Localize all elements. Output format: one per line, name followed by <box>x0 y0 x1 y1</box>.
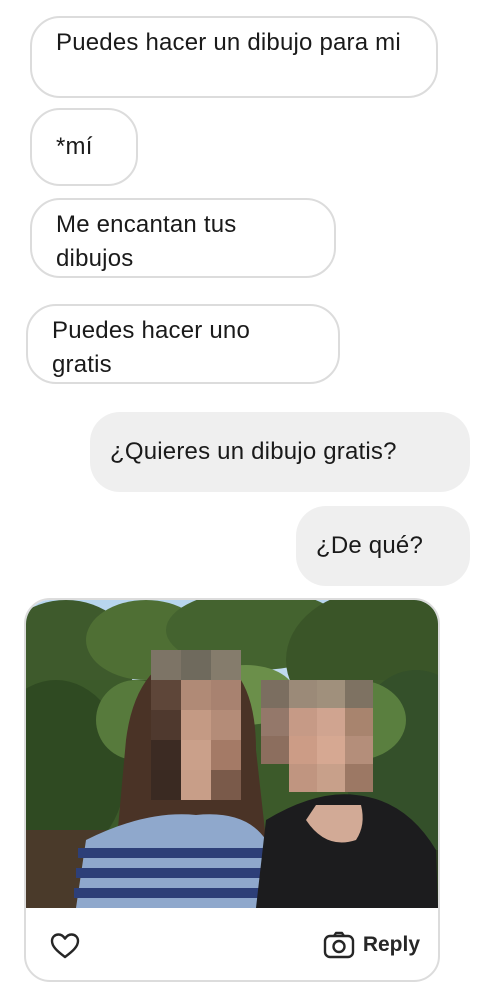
reply-button[interactable]: Reply <box>323 928 420 962</box>
message-text: ¿De qué? <box>316 532 423 559</box>
message-text: ¿Quieres un dibujo gratis? <box>110 438 397 465</box>
incoming-message-bubble[interactable]: Puedes hacer uno gratis <box>26 304 340 384</box>
incoming-message-bubble[interactable]: Me encantan tus dibujos <box>30 198 336 278</box>
message-text: Me encantan tus dibujos <box>56 211 237 272</box>
photo-card-footer: Reply <box>26 908 438 980</box>
outgoing-message-bubble[interactable]: ¿Quieres un dibujo gratis? <box>90 412 470 492</box>
message-text: Puedes hacer uno gratis <box>52 317 251 378</box>
heart-icon[interactable] <box>50 932 80 960</box>
reply-label: Reply <box>362 933 420 956</box>
outgoing-message-bubble[interactable]: ¿De qué? <box>296 506 470 586</box>
shared-photo[interactable] <box>26 600 438 908</box>
incoming-message-bubble[interactable]: *mí <box>30 108 138 186</box>
camera-icon <box>323 931 355 959</box>
incoming-message-bubble[interactable]: Puedes hacer un dibujo para mi <box>30 16 438 98</box>
message-text: *mí <box>56 133 93 160</box>
photo-message-card[interactable]: Reply <box>24 598 440 982</box>
message-text: Puedes hacer un dibujo para mi <box>56 29 401 56</box>
